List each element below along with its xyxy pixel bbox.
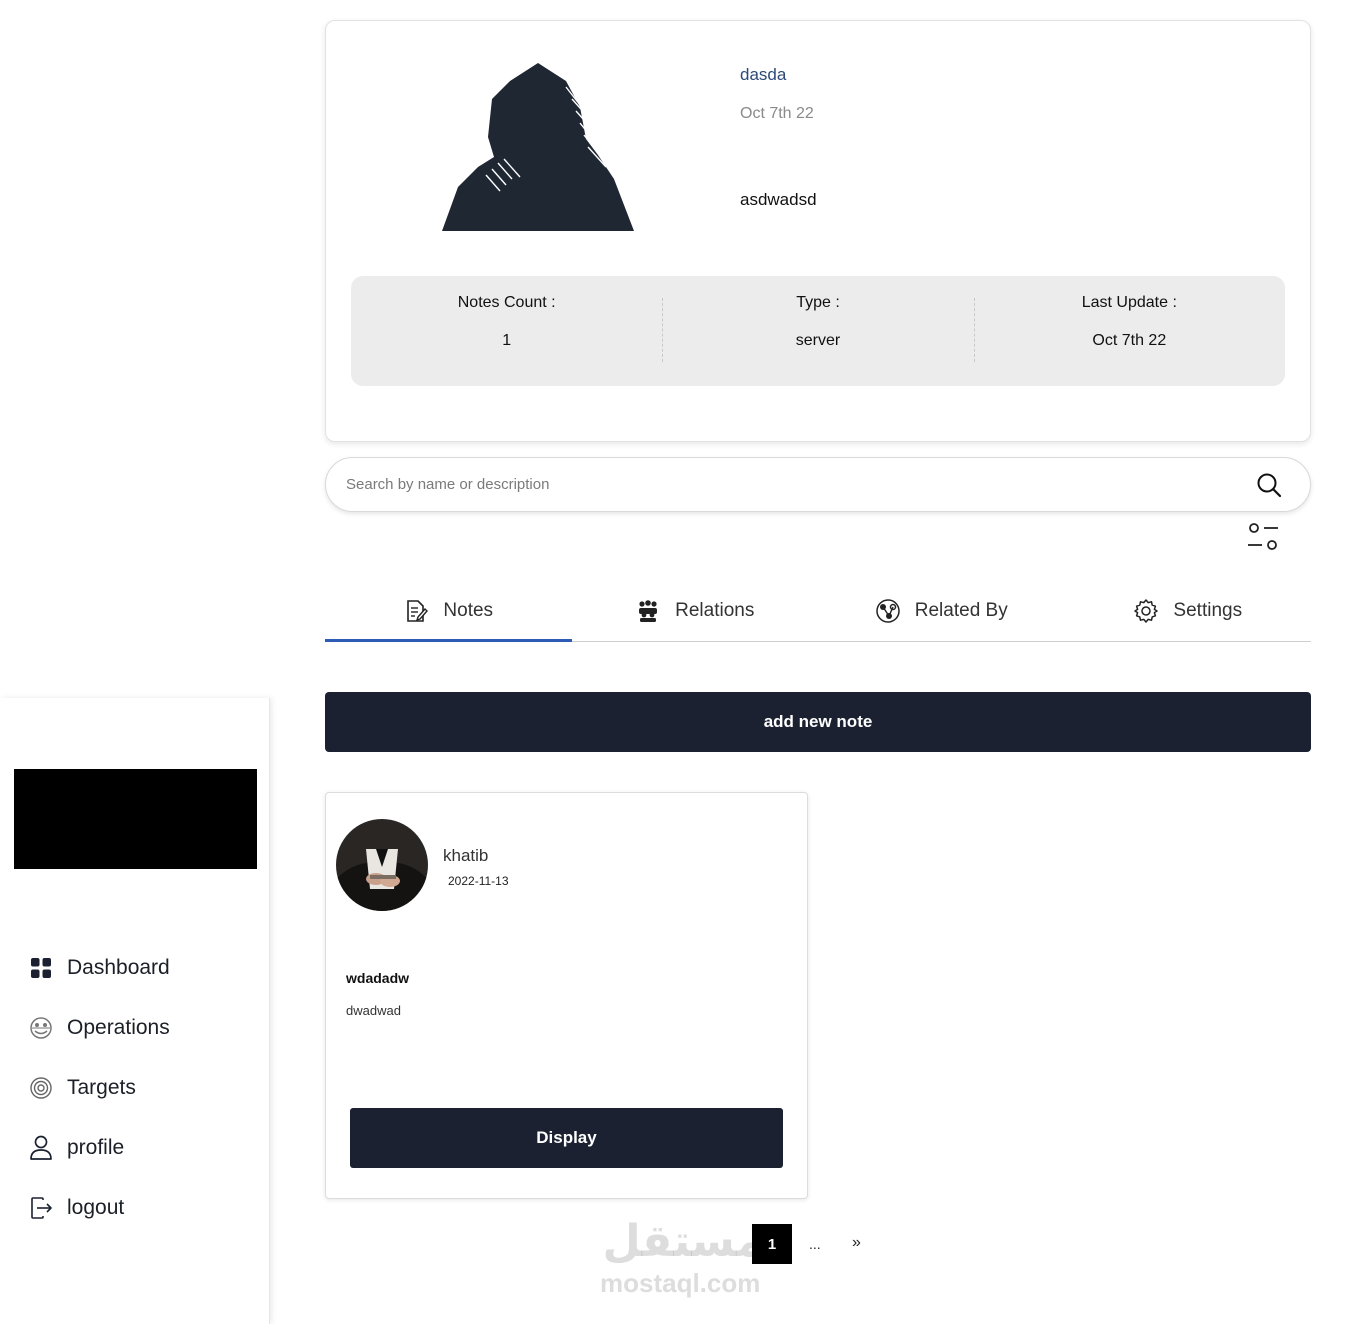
profile-stats-panel: Notes Count : 1 Type : server Last Updat… <box>351 276 1285 386</box>
profile-description: asdwadsd <box>740 190 817 209</box>
note-title: wdadadw <box>346 970 410 986</box>
operations-icon <box>28 1015 54 1041</box>
search-icon[interactable] <box>1256 472 1282 498</box>
filter-sliders-icon[interactable] <box>1246 520 1280 554</box>
watermark-latin: mostaql.com <box>600 1268 761 1298</box>
logo <box>14 769 257 869</box>
search-input[interactable] <box>346 458 1226 511</box>
user-icon <box>28 1135 54 1161</box>
search-bar <box>325 457 1311 512</box>
group-icon <box>635 598 661 624</box>
target-icon <box>28 1075 54 1101</box>
sidebar-item-label: profile <box>67 1136 125 1159</box>
sidebar-item-targets[interactable]: Targets <box>0 1058 270 1118</box>
sidebar-nav: Dashboard Operations Targets profile log… <box>0 938 270 1238</box>
gear-icon <box>1133 598 1159 624</box>
tab-label: Notes <box>443 599 494 621</box>
stat-type: Type : server <box>662 276 973 386</box>
stat-label: Last Update : <box>1081 294 1177 311</box>
sidebar-item-dashboard[interactable]: Dashboard <box>0 938 270 998</box>
watermark-arabic: مستقل <box>602 1217 764 1266</box>
pagination-current-page[interactable]: 1 <box>752 1224 792 1264</box>
add-new-note-button[interactable]: add new note <box>325 692 1311 752</box>
watermark-logo: مستقل mostaql.com <box>598 1216 768 1300</box>
sidebar: Dashboard Operations Targets profile log… <box>0 698 270 1324</box>
stat-value: 1 <box>502 332 512 349</box>
note-author: khatib <box>443 846 489 865</box>
sidebar-item-label: logout <box>67 1196 125 1219</box>
tab-relations[interactable]: Relations <box>572 580 819 641</box>
note-edit-icon <box>403 598 429 624</box>
stat-last-update: Last Update : Oct 7th 22 <box>973 276 1285 386</box>
tab-label: Relations <box>675 599 755 621</box>
stat-value: server <box>795 332 841 349</box>
sidebar-item-label: Operations <box>67 1016 170 1039</box>
stat-label: Notes Count : <box>457 294 556 311</box>
dashboard-grid-icon <box>28 955 54 981</box>
stat-label: Type : <box>796 294 840 311</box>
sidebar-item-label: Targets <box>67 1076 136 1099</box>
note-card: khatib 2022-11-13 wdadadw dwadwad Displa… <box>325 792 808 1199</box>
pagination-next[interactable]: » <box>852 1234 861 1252</box>
sidebar-item-label: Dashboard <box>67 956 170 979</box>
sidebar-item-profile[interactable]: profile <box>0 1118 270 1178</box>
stat-notes-count: Notes Count : 1 <box>351 276 662 386</box>
tab-label: Settings <box>1173 599 1243 621</box>
tab-label: Related By <box>914 599 1008 621</box>
pagination-ellipsis: ... <box>809 1236 821 1252</box>
profile-date: Oct 7th 22 <box>740 105 814 122</box>
tab-notes[interactable]: Notes <box>325 580 572 642</box>
note-date: 2022-11-13 <box>448 874 509 888</box>
tab-settings[interactable]: Settings <box>1065 580 1312 641</box>
logout-icon <box>28 1195 54 1221</box>
profile-name: dasda <box>740 65 787 84</box>
stat-value: Oct 7th 22 <box>1092 332 1167 349</box>
note-body: dwadwad <box>346 1003 401 1018</box>
sidebar-item-operations[interactable]: Operations <box>0 998 270 1058</box>
sidebar-item-logout[interactable]: logout <box>0 1178 270 1238</box>
tab-related-by[interactable]: Related By <box>818 580 1065 641</box>
tab-bar: Notes Relations Related By Settings <box>325 580 1311 642</box>
hacker-silhouette-image <box>442 63 634 231</box>
avatar <box>336 819 428 911</box>
display-button[interactable]: Display <box>350 1108 783 1168</box>
link-network-icon <box>875 598 901 624</box>
profile-card: dasda Oct 7th 22 asdwadsd Notes Count : … <box>325 20 1311 442</box>
